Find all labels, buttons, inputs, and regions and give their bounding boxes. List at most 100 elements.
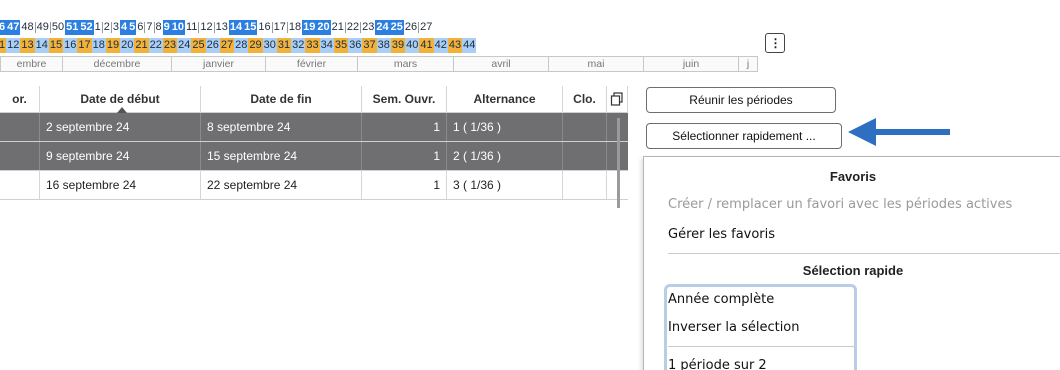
week-cell[interactable]: 18 xyxy=(287,19,303,35)
week-cell[interactable]: 4 xyxy=(120,19,129,35)
column-header-closed[interactable]: Clo. xyxy=(563,85,607,113)
week-cell[interactable]: 11 xyxy=(185,19,199,35)
week-cell[interactable]: 26 xyxy=(205,37,220,53)
cell-alternance: 1 ( 1/36 ) xyxy=(447,113,563,141)
month-label[interactable]: mai xyxy=(548,56,643,72)
column-header-working-weeks[interactable]: Sem. Ouvr. xyxy=(362,85,447,113)
week-cell[interactable]: 37 xyxy=(362,37,377,53)
week-cell[interactable]: 8 xyxy=(154,19,163,35)
week-cell[interactable]: 41 xyxy=(419,37,434,53)
table-row[interactable]: 2 septembre 24 8 septembre 24 1 1 ( 1/36… xyxy=(0,113,628,142)
table-row[interactable]: 9 septembre 24 15 septembre 24 1 2 ( 1/3… xyxy=(0,142,628,171)
week-cell[interactable]: 43 xyxy=(447,37,463,53)
quick-selection-header: Sélection rapide xyxy=(802,263,904,278)
week-cell[interactable]: 25 xyxy=(191,37,206,53)
week-cell[interactable]: 47 xyxy=(6,19,21,35)
month-label[interactable]: embre xyxy=(0,56,62,72)
cell-or xyxy=(0,171,40,199)
week-cell[interactable]: 2 xyxy=(102,19,111,35)
week-cell[interactable]: 31 xyxy=(276,37,292,53)
week-cell[interactable]: 50 xyxy=(50,19,66,35)
month-label[interactable]: j xyxy=(738,56,758,72)
week-cell[interactable]: 15 xyxy=(48,37,64,53)
week-cell[interactable]: 15 xyxy=(243,19,258,35)
week-cell[interactable]: 14 xyxy=(228,19,244,35)
week-cell[interactable]: 34 xyxy=(319,37,334,53)
more-options-button[interactable]: ⋮ xyxy=(765,33,785,53)
week-cell[interactable]: 17 xyxy=(272,19,287,35)
week-cell[interactable]: 27 xyxy=(219,37,235,53)
week-cell[interactable]: 36 xyxy=(348,37,363,53)
week-cell[interactable]: 18 xyxy=(91,37,106,53)
menu-item-full-year[interactable]: Année complète xyxy=(668,292,774,307)
week-cell[interactable]: 10 xyxy=(170,19,185,35)
month-label[interactable]: décembre xyxy=(62,56,171,72)
cell-closed xyxy=(563,171,607,199)
week-cell[interactable]: 23 xyxy=(361,19,376,35)
menu-item-invert-selection[interactable]: Inverser la sélection xyxy=(668,320,800,335)
week-cell[interactable]: 33 xyxy=(305,37,320,53)
week-cell[interactable]: 26 xyxy=(403,19,419,35)
week-cell[interactable]: 20 xyxy=(120,37,135,53)
quick-select-button[interactable]: Sélectionner rapidement ... xyxy=(646,123,842,149)
cell-closed xyxy=(563,142,607,170)
week-cell[interactable]: 24 xyxy=(177,37,192,53)
week-cell[interactable]: 39 xyxy=(390,37,406,53)
week-cell[interactable]: 12 xyxy=(6,37,21,53)
week-cell[interactable]: 5 xyxy=(128,19,137,35)
week-cell[interactable]: 24 xyxy=(375,19,390,35)
week-cell[interactable]: 6 xyxy=(136,19,145,35)
week-cell[interactable]: 42 xyxy=(433,37,448,53)
column-header-end-date[interactable]: Date de fin xyxy=(201,85,362,113)
week-cell[interactable]: 13 xyxy=(214,19,229,35)
week-cell[interactable]: 48 xyxy=(20,19,35,35)
week-cell[interactable]: 52 xyxy=(79,19,94,35)
week-cell[interactable]: 9 xyxy=(162,19,171,35)
cell-or xyxy=(0,113,40,141)
week-cell[interactable]: 28 xyxy=(234,37,249,53)
week-cell[interactable]: 1 xyxy=(93,19,102,35)
month-label[interactable]: février xyxy=(265,56,357,72)
week-cell[interactable]: 20 xyxy=(316,19,331,35)
month-label[interactable]: mars xyxy=(357,56,453,72)
week-cell[interactable]: 35 xyxy=(333,37,349,53)
column-header-alternance[interactable]: Alternance xyxy=(447,85,563,113)
week-cell[interactable]: 19 xyxy=(105,37,121,53)
week-cell[interactable]: 49 xyxy=(35,19,50,35)
week-cell[interactable]: 12 xyxy=(199,19,214,35)
table-row[interactable]: 16 septembre 24 22 septembre 24 1 3 ( 1/… xyxy=(0,171,628,200)
week-cell[interactable]: 13 xyxy=(20,37,35,53)
week-cell[interactable]: 29 xyxy=(248,37,263,53)
week-cell[interactable]: 32 xyxy=(291,37,306,53)
week-cell[interactable]: 25 xyxy=(389,19,404,35)
month-label[interactable]: janvier xyxy=(171,56,265,72)
week-cell[interactable]: 7 xyxy=(145,19,154,35)
week-cell[interactable]: 14 xyxy=(34,37,49,53)
week-cell[interactable]: 16 xyxy=(257,19,272,35)
week-cell[interactable]: 21 xyxy=(330,19,345,35)
week-cell[interactable]: 21 xyxy=(134,37,149,53)
week-cell[interactable]: 19 xyxy=(302,19,317,35)
week-cell[interactable]: 40 xyxy=(405,37,420,53)
column-header-or[interactable]: or. xyxy=(0,85,40,113)
week-cell[interactable]: 16 xyxy=(63,37,78,53)
column-header-start-date[interactable]: Date de début xyxy=(40,85,201,113)
week-cell[interactable]: 38 xyxy=(376,37,391,53)
week-cell[interactable]: 30 xyxy=(262,37,277,53)
favorites-header: Favoris xyxy=(829,169,877,184)
table-scrollbar[interactable] xyxy=(617,118,620,208)
merge-periods-button[interactable]: Réunir les périodes xyxy=(646,87,836,113)
menu-item-manage-favorites[interactable]: Gérer les favoris xyxy=(668,227,775,242)
week-cell[interactable]: 51 xyxy=(65,19,80,35)
week-cell[interactable]: 44 xyxy=(462,37,477,53)
week-cell[interactable]: 23 xyxy=(162,37,178,53)
week-cell[interactable]: 3 xyxy=(111,19,120,35)
week-cell[interactable]: 22 xyxy=(345,19,361,35)
month-label[interactable]: juin xyxy=(643,56,738,72)
week-cell[interactable]: 22 xyxy=(148,37,163,53)
month-label[interactable]: avril xyxy=(453,56,548,72)
week-cell[interactable]: 17 xyxy=(77,37,92,53)
week-cell[interactable]: 27 xyxy=(419,19,434,35)
menu-item-every-other-period[interactable]: 1 période sur 2 xyxy=(668,358,767,370)
copy-columns-button[interactable] xyxy=(607,85,628,113)
